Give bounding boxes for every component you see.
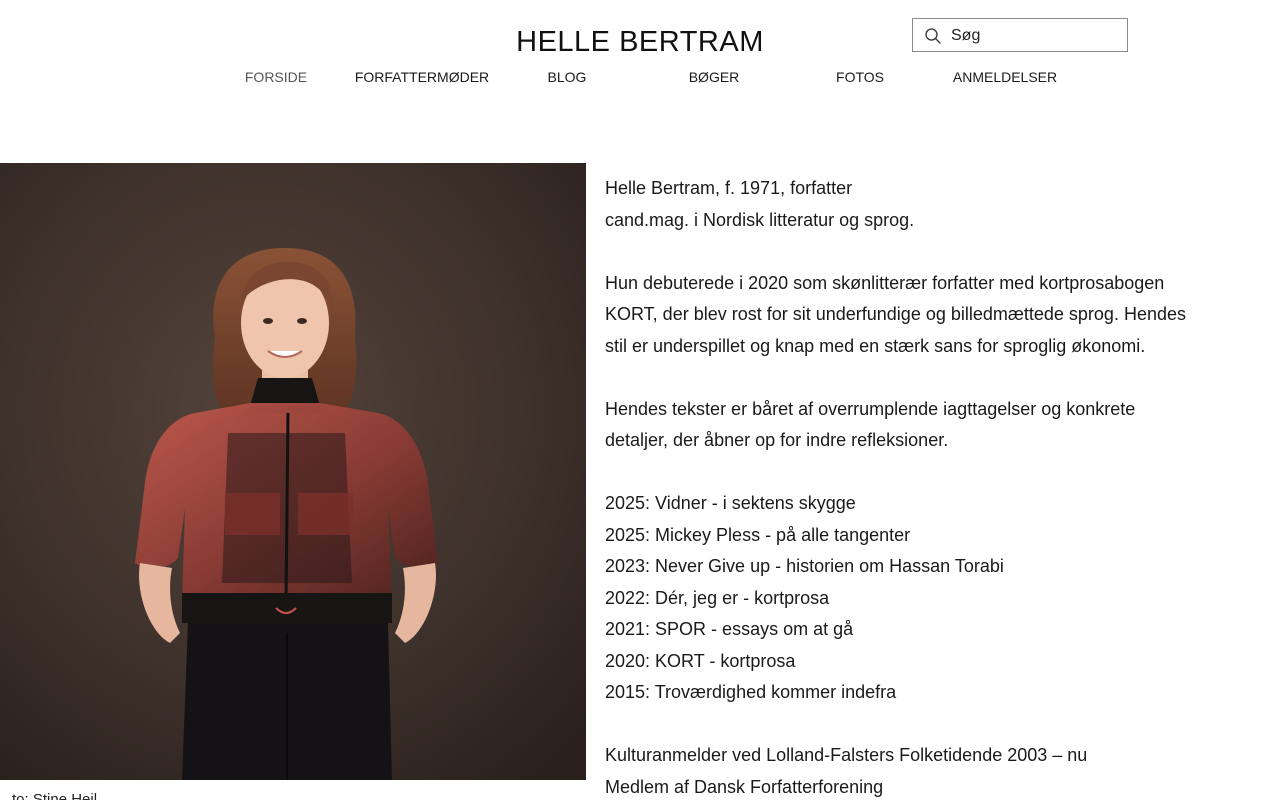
book-entry: 2020: KORT - kortprosa [605,650,796,671]
author-portrait-illustration [0,163,586,780]
bio-line: detaljer, der åbner op for indre refleks… [605,430,949,450]
book-entry: 2023: Never Give up - historien om Hassa… [605,556,1004,576]
book-entry: 2025: Mickey Pless - på alle tangenter [605,524,911,545]
main-nav: FORSIDE FORFATTERMØDER BLOG BØGER FOTOS … [0,68,1280,88]
role-line: Medlem af Dansk Forfatterforening [605,776,884,797]
nav-item-blog[interactable]: BLOG [548,68,587,86]
book-entry: 2015: Troværdighed kommer indefra [605,682,897,702]
role-line: Kulturanmelder ved Lolland-Falsters Folk… [605,745,1088,765]
nav-item-fotos[interactable]: FOTOS [836,68,884,86]
bio-line: Hun debuterede i 2020 som skønlitterær f… [605,272,1165,293]
author-bio: Helle Bertram, f. 1971, forfatter cand.m… [605,173,1265,800]
nav-item-forfattermoder[interactable]: FORFATTERMØDER [355,68,489,86]
nav-item-anmeldelser[interactable]: ANMELDELSER [953,68,1057,86]
bio-line: stil er underspillet og knap med en stær… [605,335,1146,356]
book-entry: 2021: SPOR - essays om at gå [605,619,854,639]
bio-line: Hendes tekster er båret af overrumplende… [605,398,1136,419]
author-portrait [0,163,586,780]
bio-line: KORT, der blev rost for sit underfundige… [605,304,1186,324]
search-input[interactable] [951,24,1121,48]
book-entry: 2025: Vidner - i sektens skygge [605,493,856,513]
nav-item-boger[interactable]: BØGER [689,68,740,86]
page: HELLE BERTRAM FORSIDE FORFATTERMØDER BLO… [0,0,1280,800]
search-icon[interactable] [924,27,942,45]
bio-line: cand.mag. i Nordisk litteratur og sprog. [605,209,915,230]
search-box[interactable] [912,18,1128,52]
bio-line: Helle Bertram, f. 1971, forfatter [605,178,853,198]
photo-credit: to: Stine Heil... [12,791,110,800]
nav-item-forside[interactable]: FORSIDE [245,68,307,86]
book-entry: 2022: Dér, jeg er - kortprosa [605,587,830,608]
